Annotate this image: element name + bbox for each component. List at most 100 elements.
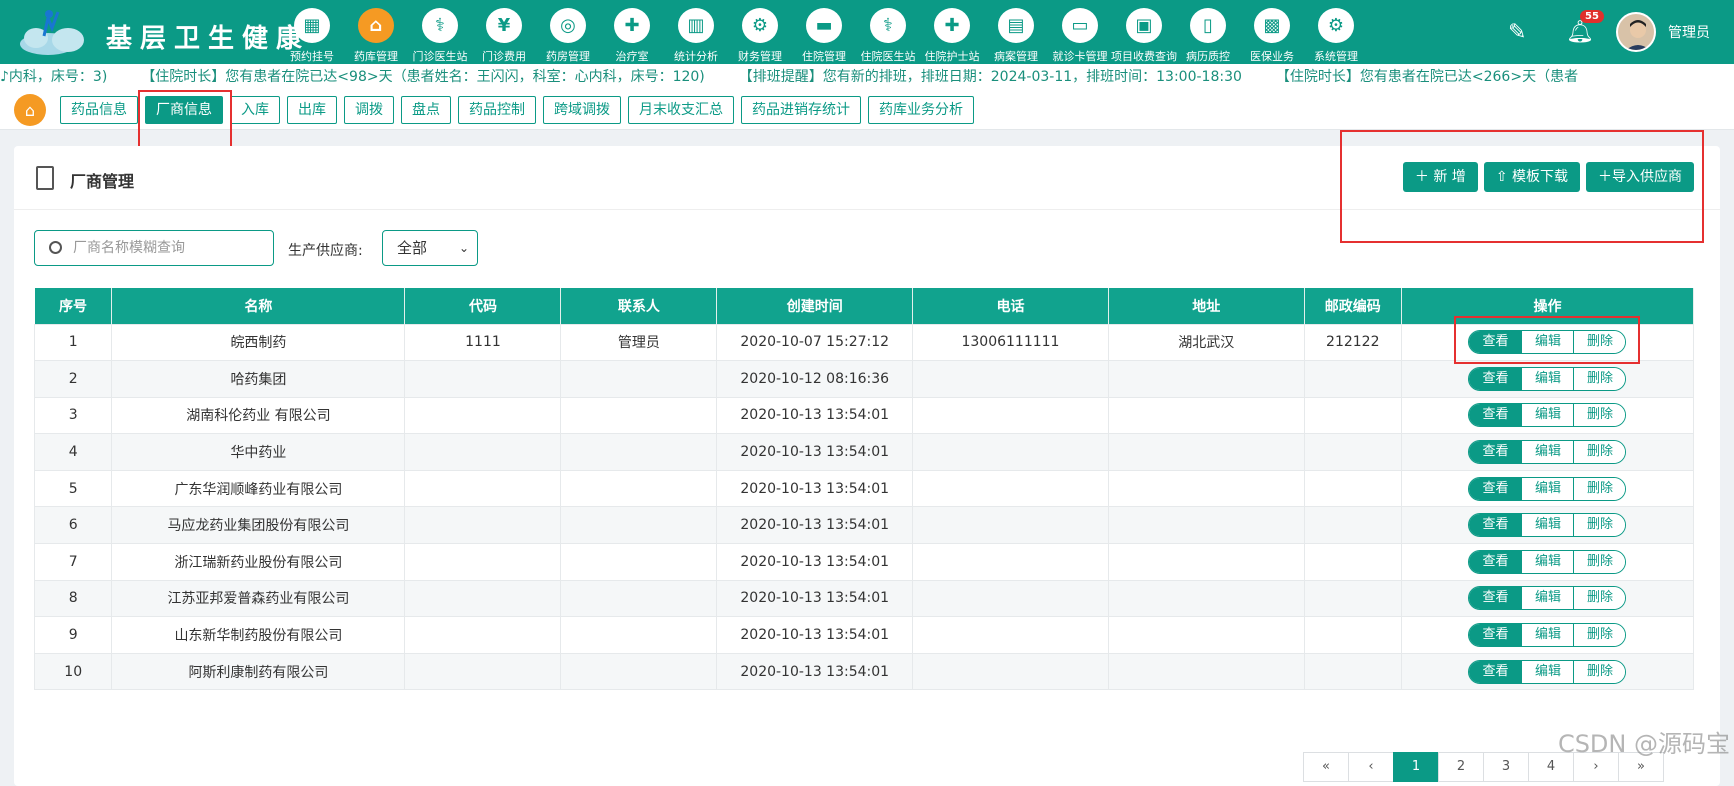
nav-item-5[interactable]: ✚ 治疗室 <box>600 0 664 64</box>
page-button[interactable]: 3 <box>1483 752 1529 782</box>
edit-button[interactable]: 编辑 <box>1521 404 1574 427</box>
view-button[interactable]: 查看 <box>1469 624 1522 647</box>
edit-button[interactable]: 编辑 <box>1521 587 1574 610</box>
delete-button[interactable]: 删除 <box>1573 624 1626 647</box>
table-cell: 马应龙药业集团股份有限公司 <box>111 506 406 545</box>
edit-button[interactable]: 编辑 <box>1521 367 1574 390</box>
tab-8[interactable]: 月末收支汇总 <box>628 96 734 124</box>
view-button[interactable]: 查看 <box>1469 477 1522 500</box>
view-button[interactable]: 查看 <box>1469 441 1522 464</box>
nav-item-16[interactable]: ⚙ 系统管理 <box>1304 0 1368 64</box>
avatar[interactable] <box>1616 12 1656 52</box>
supplier-select[interactable]: 全部 ⌄ <box>382 230 478 266</box>
import-supplier-button[interactable]: ＋导入供应商 <box>1586 162 1694 192</box>
nav-item-label: 药房管理 <box>546 50 590 63</box>
nav-item-10[interactable]: ✚ 住院护士站 <box>920 0 984 64</box>
tab-1[interactable]: 厂商信息 <box>145 96 223 124</box>
view-button[interactable]: 查看 <box>1469 404 1522 427</box>
delete-button[interactable]: 删除 <box>1573 587 1626 610</box>
treatment-icon: ✚ <box>614 8 650 43</box>
delete-button[interactable]: 删除 <box>1573 514 1626 537</box>
nav-item-4[interactable]: ◎ 药房管理 <box>536 0 600 64</box>
view-button[interactable]: 查看 <box>1469 514 1522 537</box>
table-cell: 13006111111 <box>912 323 1109 362</box>
view-button[interactable]: 查看 <box>1469 587 1522 610</box>
pencil-icon[interactable]: ✎ <box>1508 20 1532 45</box>
view-button[interactable]: 查看 <box>1469 331 1522 354</box>
page-button[interactable]: ‹ <box>1348 752 1394 782</box>
tab-0[interactable]: 药品信息 <box>60 96 138 124</box>
nav-item-7[interactable]: ⚙ 财务管理 <box>728 0 792 64</box>
row-actions: 查看 编辑 删除 <box>1468 330 1627 355</box>
nav-item-1[interactable]: ⌂ 药库管理 <box>344 0 408 64</box>
template-download-button[interactable]: ⇧ 模板下载 <box>1483 162 1580 192</box>
nav-item-2[interactable]: ⚕ 门诊医生站 <box>408 0 472 64</box>
search-box[interactable] <box>34 230 274 266</box>
delete-button[interactable]: 删除 <box>1573 477 1626 500</box>
main-nav: ▦ 预约挂号 ⌂ 药库管理 ⚕ 门诊医生站 ¥ 门诊费用 ◎ 药房管理 ✚ 治疗室 ▥ 统计分析 ⚙ 财务管理… <box>280 0 1368 64</box>
delete-button[interactable]: 删除 <box>1573 331 1626 354</box>
page-button[interactable]: 2 <box>1438 752 1484 782</box>
view-button[interactable]: 查看 <box>1469 550 1522 573</box>
tab-3[interactable]: 出库 <box>287 96 337 124</box>
table-cell: 湖北武汉 <box>1107 323 1305 362</box>
table-cell: 湖南科伦药业 有限公司 <box>111 396 406 435</box>
nav-item-8[interactable]: ▬ 住院管理 <box>792 0 856 64</box>
pharmacy-store-icon: ⌂ <box>358 8 394 43</box>
nav-item-label: 药库管理 <box>354 50 398 63</box>
tab-10[interactable]: 药库业务分析 <box>868 96 974 124</box>
delete-button[interactable]: 删除 <box>1573 404 1626 427</box>
edit-button[interactable]: 编辑 <box>1521 624 1574 647</box>
table-cell <box>1107 433 1305 471</box>
delete-button[interactable]: 删除 <box>1573 660 1626 683</box>
nav-item-14[interactable]: ▯ 病历质控 <box>1176 0 1240 64</box>
row-actions: 查看 编辑 删除 <box>1468 513 1627 538</box>
nav-item-11[interactable]: ▤ 病案管理 <box>984 0 1048 64</box>
edit-button[interactable]: 编辑 <box>1521 331 1574 354</box>
nav-item-9[interactable]: ⚕ 住院医生站 <box>856 0 920 64</box>
table-row: 9 山东新华制药股份有限公司 2020-10-13 13:54:01 查看 编辑 删除 <box>33 616 1695 654</box>
add-button[interactable]: ＋ 新 增 <box>1402 162 1478 192</box>
table-cell <box>1107 396 1305 435</box>
tab-2[interactable]: 入库 <box>230 96 280 124</box>
plus-icon: ＋ <box>1414 169 1434 185</box>
table-row: 3 湖南科伦药业 有限公司 2020-10-13 13:54:01 查看 编辑 删除 <box>33 396 1695 435</box>
tab-4[interactable]: 调拨 <box>344 96 394 124</box>
tab-9[interactable]: 药品进销存统计 <box>741 96 861 124</box>
nav-item-13[interactable]: ▣ 项目收费查询 <box>1111 0 1177 64</box>
delete-button[interactable]: 删除 <box>1573 550 1626 573</box>
edit-button[interactable]: 编辑 <box>1521 441 1574 464</box>
edit-button[interactable]: 编辑 <box>1521 550 1574 573</box>
table-cell: 2020-10-13 13:54:01 <box>716 579 914 618</box>
delete-button[interactable]: 删除 <box>1573 441 1626 464</box>
table-row: 4 华中药业 2020-10-13 13:54:01 查看 编辑 删除 <box>33 433 1695 471</box>
bed-icon: ▬ <box>806 8 842 43</box>
edit-button[interactable]: 编辑 <box>1521 477 1574 500</box>
home-icon[interactable]: ⌂ <box>14 94 46 126</box>
view-button[interactable]: 查看 <box>1469 367 1522 390</box>
bell-icon[interactable]: 🔔︎ 55 <box>1566 10 1604 45</box>
nav-item-12[interactable]: ▭ 就诊卡管理 <box>1048 0 1112 64</box>
edit-button[interactable]: 编辑 <box>1521 514 1574 537</box>
nav-item-0[interactable]: ▦ 预约挂号 <box>280 0 344 64</box>
table-cell <box>1303 396 1402 435</box>
table-header-row: 序号 名称 代码 联系人 创建时间 电话 地址 邮政编码 操作 <box>34 288 1695 324</box>
search-input[interactable] <box>73 237 263 259</box>
nav-item-label: 住院管理 <box>802 50 846 63</box>
tab-7[interactable]: 跨域调拨 <box>543 96 621 124</box>
table-cell <box>1107 652 1305 691</box>
page-button[interactable]: « <box>1303 752 1349 782</box>
nav-item-15[interactable]: ▩ 医保业务 <box>1240 0 1304 64</box>
nav-item-3[interactable]: ¥ 门诊费用 <box>472 0 536 64</box>
tab-5[interactable]: 盘点 <box>401 96 451 124</box>
view-button[interactable]: 查看 <box>1469 660 1522 683</box>
table-cell: 2020-10-13 13:54:01 <box>716 543 914 581</box>
page-button[interactable]: 1 <box>1393 752 1439 782</box>
table-row: 8 江苏亚邦爱普森药业有限公司 2020-10-13 13:54:01 查看 编辑 删除 <box>33 579 1695 618</box>
tab-6[interactable]: 药品控制 <box>458 96 536 124</box>
username[interactable]: 管理员 <box>1668 22 1710 42</box>
delete-button[interactable]: 删除 <box>1573 367 1626 390</box>
nav-item-6[interactable]: ▥ 统计分析 <box>664 0 728 64</box>
table-cell <box>560 360 718 398</box>
edit-button[interactable]: 编辑 <box>1521 660 1574 683</box>
